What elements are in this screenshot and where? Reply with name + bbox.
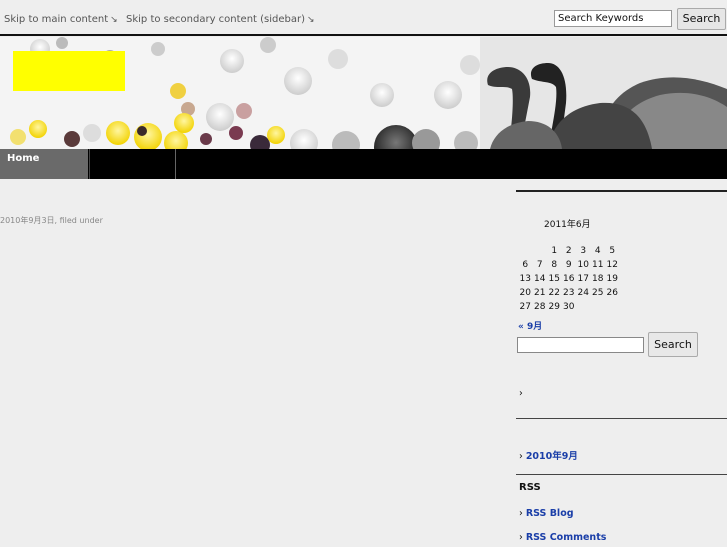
widget-item[interactable]: › — [519, 388, 526, 399]
search-button[interactable]: Search — [677, 8, 726, 30]
calendar-body: 1 2 3 4 5 6 7 8 9 10 11 12 13 14 15 16 17 18 19 20 21 22 23 24 2… — [518, 244, 620, 314]
calendar-day: 5 — [609, 246, 616, 256]
calendar-day — [605, 300, 620, 314]
widget-item-label: 2010年9月 — [525, 451, 578, 462]
search-input[interactable]: Search Keywords — [554, 10, 672, 27]
divider — [516, 474, 727, 475]
calendar-day: 7 — [536, 260, 543, 270]
calendar-day: 6 — [522, 260, 529, 270]
weekday-label — [533, 230, 548, 244]
widget-title: RSS — [519, 482, 541, 493]
calendar-day: 29 — [548, 302, 560, 312]
weekday-label — [591, 230, 606, 244]
calendar: 1 2 3 4 5 6 7 8 9 10 11 12 13 14 15 16 17 18 19 20 21 22 23 24 2… — [518, 230, 620, 314]
weekday-label — [576, 230, 591, 244]
calendar-prev-link[interactable]: « 9月 — [518, 319, 542, 332]
calendar-day: 12 — [606, 260, 618, 270]
widget-item-label: RSS Comments — [525, 532, 607, 543]
skip-main-label: Skip to main content — [4, 14, 109, 25]
calendar-day: 17 — [577, 274, 589, 284]
sidebar-search-input[interactable] — [517, 337, 644, 353]
calendar-week: 12345 — [518, 244, 620, 258]
calendar-weekdays — [518, 230, 620, 244]
widget-item[interactable]: › 2010年9月 — [519, 448, 578, 462]
weekday-label — [518, 230, 533, 244]
calendar-day: 9 — [565, 260, 572, 270]
calendar-day: 19 — [606, 274, 618, 284]
calendar-day: 27 — [519, 302, 531, 312]
post-meta: 2010年9月3日, filed under — [0, 216, 103, 225]
calendar-day — [518, 244, 533, 258]
skip-to-sidebar-link[interactable]: Skip to secondary content (sidebar) ↘ — [126, 14, 315, 25]
calendar-day: 11 — [592, 260, 604, 270]
chevron-right-icon: › — [519, 451, 523, 462]
top-bar: Skip to main content ↘ Skip to secondary … — [0, 0, 727, 36]
calendar-day: 2 — [565, 246, 572, 256]
calendar-day: 4 — [594, 246, 601, 256]
calendar-day: 28 — [534, 302, 546, 312]
calendar-day: 10 — [577, 260, 589, 270]
calendar-day: 23 — [563, 288, 575, 298]
weekday-label — [547, 230, 562, 244]
calendar-day — [533, 244, 548, 258]
calendar-day: 13 — [519, 274, 531, 284]
sidebar: 2011年6月 1 2 3 4 5 6 7 8 9 10 11 12 13 14 15 16 17 18 19 20 2… — [516, 190, 727, 547]
calendar-day: 18 — [592, 274, 604, 284]
calendar-day: 16 — [563, 274, 575, 284]
divider — [516, 418, 727, 419]
calendar-day: 15 — [548, 274, 560, 284]
calendar-day: 20 — [519, 288, 531, 298]
calendar-day: 3 — [580, 246, 587, 256]
calendar-week: 13 14 15 16 17 18 19 — [518, 272, 620, 286]
skip-sidebar-label: Skip to secondary content (sidebar) — [126, 14, 306, 25]
weekday-label — [562, 230, 577, 244]
nav-item-page[interactable] — [89, 149, 176, 179]
main-nav: Home — [0, 149, 727, 179]
site-logo[interactable] — [13, 51, 125, 91]
chevron-right-icon: › — [519, 532, 523, 543]
arrow-icon: ↘ — [110, 15, 118, 25]
calendar-day: 25 — [592, 288, 604, 298]
weekday-label — [605, 230, 620, 244]
calendar-week: 27 28 29 30 — [518, 300, 620, 314]
sidebar-search-button[interactable]: Search — [648, 332, 698, 357]
widget-item-label: RSS Blog — [525, 508, 574, 519]
calendar-day: 1 — [551, 246, 558, 256]
widget-item[interactable]: › RSS Comments — [519, 532, 606, 543]
calendar-week: 6 7 8 9 10 11 12 — [518, 258, 620, 272]
camel-image — [480, 37, 727, 149]
calendar-day: 30 — [563, 302, 575, 312]
arrow-icon: ↘ — [307, 15, 315, 25]
calendar-day: 26 — [606, 288, 618, 298]
nav-item-home[interactable]: Home — [0, 149, 88, 179]
calendar-day: 21 — [534, 288, 546, 298]
calendar-day — [576, 300, 591, 314]
widget-item[interactable]: › RSS Blog — [519, 508, 574, 519]
skip-to-main-link[interactable]: Skip to main content ↘ — [4, 14, 118, 25]
chevron-right-icon: › — [519, 388, 523, 399]
calendar-week: 20 21 22 23 24 25 26 — [518, 286, 620, 300]
calendar-day — [591, 300, 606, 314]
calendar-day: 14 — [534, 274, 546, 284]
calendar-caption: 2011年6月 — [544, 220, 591, 230]
calendar-day: 8 — [551, 260, 558, 270]
calendar-day: 24 — [577, 288, 589, 298]
calendar-day: 22 — [548, 288, 560, 298]
chevron-right-icon: › — [519, 508, 523, 519]
